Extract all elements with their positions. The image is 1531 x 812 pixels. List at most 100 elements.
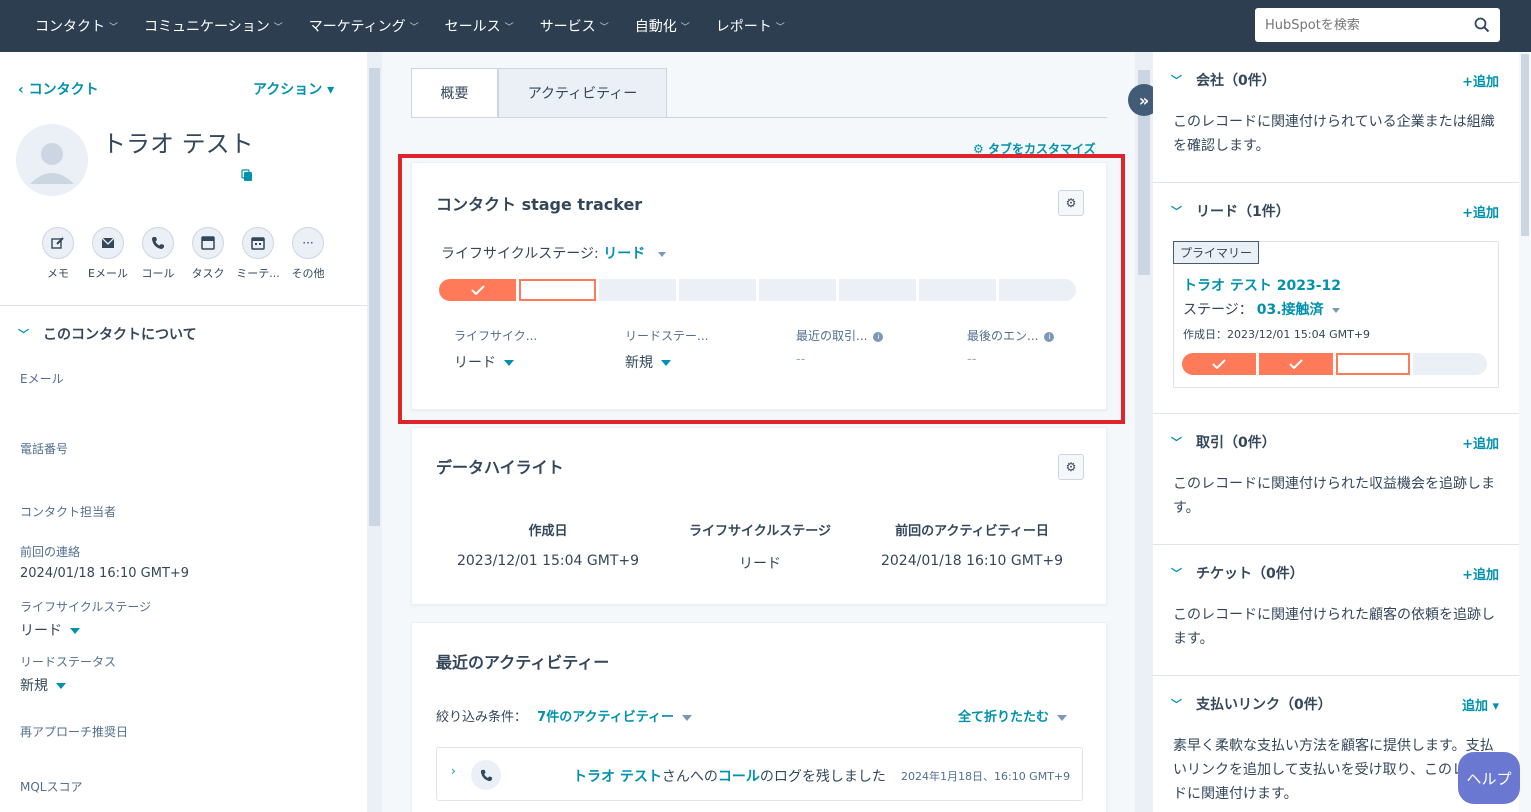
- data-highlights-card: データハイライト ⚙ 作成日 2023/12/01 15:04 GMT+9 ライ…: [411, 427, 1107, 605]
- card-settings-button[interactable]: ⚙: [1058, 190, 1084, 216]
- stage-segment-future: [839, 279, 916, 301]
- tickets-description: このレコードに関連付けられた顧客の依頼を追跡します。: [1173, 607, 1495, 647]
- chevron-down-icon: ﹀: [775, 22, 785, 33]
- search-icon[interactable]: [1474, 17, 1490, 33]
- add-deal-button[interactable]: +追加: [1462, 433, 1499, 452]
- deals-description: このレコードに関連付けられた収益機会を追跡します。: [1173, 476, 1495, 516]
- top-nav: コンタクト ﹀ コミュニケーション ﹀ マーケティング ﹀ セールス ﹀ サービス ﹀ 自…: [0, 0, 1531, 52]
- chevron-right-icon[interactable]: ›: [451, 764, 456, 778]
- nav-sales[interactable]: セールス ﹀: [432, 16, 527, 36]
- primary-badge: プライマリー: [1173, 241, 1260, 264]
- stage-segment-future: [599, 279, 676, 301]
- nav-automation[interactable]: 自動化 ﹀: [622, 16, 703, 36]
- pencil-icon: [51, 237, 64, 249]
- companies-header[interactable]: ﹀ 会社（0件）: [1171, 70, 1276, 90]
- stage-segment-current: [519, 279, 596, 301]
- lead-status-column: リードステー... 新規: [625, 327, 775, 372]
- right-scrollbar[interactable]: [1519, 52, 1531, 812]
- nav-marketing[interactable]: マーケティング ﹀: [296, 16, 432, 36]
- tab-activity[interactable]: アクティビティー: [498, 68, 667, 118]
- payment-links-header[interactable]: ﹀ 支払いリンク（0件）: [1171, 694, 1332, 714]
- lead-status-value[interactable]: 新規: [625, 352, 775, 372]
- chevron-down-icon: ﹀: [1171, 74, 1182, 87]
- collapse-all-button[interactable]: 全て折りたたむ: [958, 706, 1068, 725]
- stage-segment-future: [999, 279, 1076, 301]
- add-lead-button[interactable]: +追加: [1462, 202, 1499, 221]
- right-sidebar: ﹀ 会社（0件） +追加 このレコードに関連付けられている企業または組織を確認しま…: [1153, 52, 1519, 812]
- checkmark-icon: [470, 285, 485, 295]
- add-payment-link-button[interactable]: 追加 ▾: [1462, 695, 1499, 714]
- checkmark-icon: [1212, 359, 1226, 369]
- lead-stage-bar: [1182, 353, 1487, 375]
- global-search: [1255, 8, 1500, 42]
- lead-stage[interactable]: ステージ： 03.接触済: [1183, 299, 1340, 319]
- deals-section: ﹀ 取引（0件） +追加 このレコードに関連付けられた収益機会を追跡します。: [1153, 414, 1519, 545]
- more-action[interactable]: ··· その他: [283, 227, 333, 281]
- caret-down-icon: [682, 714, 692, 721]
- task-action[interactable]: タスク: [183, 227, 233, 281]
- lead-card: プライマリー トラオ テスト 2023-12 ステージ： 03.接触済 作成日：2…: [1173, 241, 1499, 388]
- left-scrollbar[interactable]: [367, 52, 382, 812]
- tickets-header[interactable]: ﹀ チケット（0件）: [1171, 563, 1304, 583]
- stage-segment-future: [919, 279, 996, 301]
- contact-name[interactable]: トラオ テスト: [102, 124, 254, 159]
- companies-section: ﹀ 会社（0件） +追加 このレコードに関連付けられている企業または組織を確認しま…: [1153, 52, 1519, 183]
- nav-communication[interactable]: コミュニケーション ﹀: [131, 16, 296, 36]
- actions-dropdown[interactable]: アクション ▾: [253, 79, 334, 99]
- created-date-column: 作成日 2023/12/01 15:04 GMT+9: [456, 524, 640, 569]
- chevron-down-icon: ﹀: [18, 328, 29, 341]
- mql-label: MQLスコア: [20, 780, 83, 794]
- add-company-button[interactable]: +追加: [1462, 71, 1499, 90]
- stage-segment-future: [1413, 353, 1487, 375]
- email-label: Eメール: [20, 372, 64, 386]
- help-button[interactable]: ヘルプ: [1458, 752, 1520, 804]
- caret-down-icon: [1331, 307, 1340, 313]
- lifecycle-dropdown[interactable]: リード: [20, 620, 80, 640]
- lead-name-link[interactable]: トラオ テスト 2023-12: [1183, 275, 1341, 295]
- about-section-header[interactable]: ﹀ このコンタクトについて: [18, 324, 197, 344]
- info-icon[interactable]: i: [873, 331, 884, 342]
- call-action[interactable]: コール: [133, 227, 183, 281]
- avatar: [16, 124, 88, 196]
- nav-reports[interactable]: レポート ﹀: [703, 16, 798, 36]
- email-action[interactable]: Eメール: [83, 227, 133, 281]
- tickets-section: ﹀ チケット（0件） +追加 このレコードに関連付けられた顧客の依頼を追跡します。: [1153, 545, 1519, 676]
- leads-header[interactable]: ﹀ リード（1件）: [1171, 201, 1290, 221]
- payment-links-description: 素早く柔軟な支払い方法を顧客に提供します。支払いリンクを追加して支払いを受け取り…: [1173, 738, 1495, 802]
- gear-icon: ⚙: [1065, 196, 1077, 210]
- back-to-contacts-link[interactable]: ‹ コンタクト: [18, 79, 99, 99]
- activity-filter-dropdown[interactable]: 7件のアクティビティー: [537, 710, 692, 725]
- caret-down-icon: [661, 360, 671, 366]
- add-ticket-button[interactable]: +追加: [1462, 564, 1499, 583]
- chevron-down-icon: ﹀: [1171, 698, 1182, 711]
- call-link[interactable]: コール: [718, 769, 760, 785]
- calendar-icon: [251, 237, 265, 250]
- stage-segment-current: [1336, 353, 1410, 375]
- lifecycle-value[interactable]: リード: [454, 352, 604, 372]
- data-highlights-title: データハイライト: [436, 458, 564, 477]
- lifecycle-stage-selector[interactable]: ライフサイクルステージ: リード: [441, 243, 666, 263]
- info-icon[interactable]: i: [1044, 331, 1055, 342]
- chevron-down-icon: ﹀: [109, 22, 119, 33]
- tab-overview[interactable]: 概要: [411, 68, 498, 118]
- chevron-down-icon: ﹀: [504, 22, 514, 33]
- meeting-action[interactable]: ミーテ...: [233, 227, 283, 281]
- search-input[interactable]: [1265, 17, 1474, 33]
- chevron-down-icon: ﹀: [680, 22, 690, 33]
- center-scrollbar[interactable]: [1135, 52, 1153, 812]
- contact-link[interactable]: トラオ テスト: [573, 769, 662, 785]
- deals-header[interactable]: ﹀ 取引（0件）: [1171, 432, 1276, 452]
- nav-contacts[interactable]: コンタクト ﹀: [22, 16, 131, 36]
- customize-tabs-link[interactable]: ⚙ タブをカスタマイズ: [973, 140, 1096, 157]
- last-engagement-column: 最後のエン... i --: [967, 327, 1117, 367]
- copy-icon[interactable]: [241, 169, 253, 182]
- activity-item[interactable]: › トラオ テストさんへのコールのログを残しました 2024年1月18日、16:…: [436, 747, 1083, 801]
- chevron-down-icon: ﹀: [273, 22, 283, 33]
- note-action[interactable]: メモ: [33, 227, 83, 281]
- lead-status-dropdown[interactable]: 新規: [20, 675, 66, 695]
- chevron-down-icon: ﹀: [1171, 436, 1182, 449]
- phone-icon: [152, 237, 164, 249]
- nav-service[interactable]: サービス ﹀: [527, 16, 622, 36]
- gear-icon: ⚙: [973, 142, 988, 156]
- card-settings-button[interactable]: ⚙: [1058, 454, 1084, 480]
